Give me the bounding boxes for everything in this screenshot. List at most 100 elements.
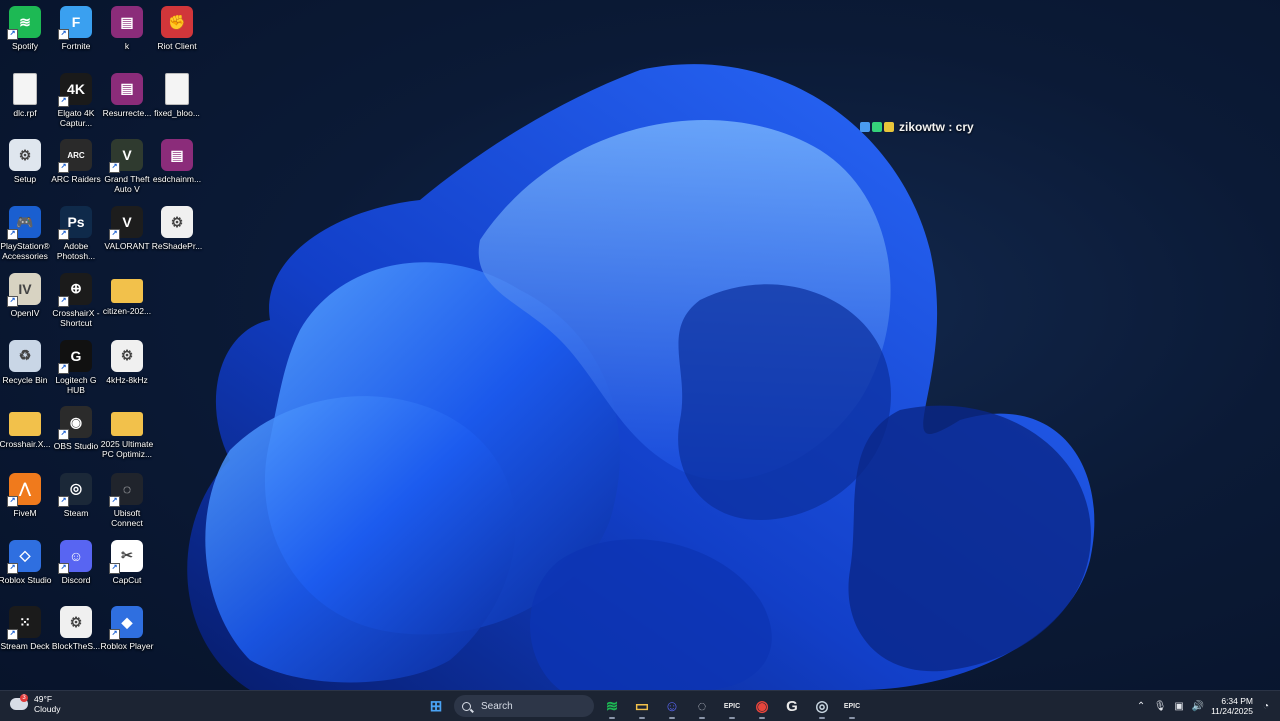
shortcut-arrow-icon: ↗ — [7, 229, 18, 241]
desktop-icon-roblox-studio[interactable]: ◇ ↗ Roblox Studio — [0, 536, 51, 600]
recycle-bin-icon: ♻ — [9, 339, 41, 372]
desktop-icon-fortnite[interactable]: F ↗ Fortnite — [51, 2, 101, 66]
shortcut-arrow-icon: ↗ — [109, 562, 120, 574]
taskbar-discord[interactable]: ☺ — [660, 694, 684, 719]
photoshop-icon: Ps ↗ — [58, 206, 92, 241]
shortcut-arrow-icon: ↗ — [58, 429, 69, 441]
logitech-icon: G — [786, 697, 798, 715]
desktop-icon-label: FiveM — [13, 507, 37, 518]
desktop-icon-folder[interactable]: citizen-202... — [102, 269, 152, 333]
search-icon — [462, 701, 471, 711]
taskbar-spotify[interactable]: ≋ — [600, 694, 624, 719]
taskbar-steam[interactable]: ◎ — [810, 694, 834, 719]
desktop-icon-discord[interactable]: ☺ ↗ Discord — [51, 536, 101, 600]
chevron-up-icon[interactable]: ⌃ — [1135, 700, 1147, 712]
desktop-icon-label: BlockTheS... — [51, 641, 101, 652]
desktop-icon-folder[interactable]: Crosshair.X... — [0, 402, 51, 466]
desktop-icon-label: Crosshair.X... — [0, 439, 51, 450]
running-indicator — [669, 717, 675, 719]
desktop-icon-label: Fortnite — [61, 41, 91, 51]
taskbar-epic-games-2[interactable]: EPIC — [840, 694, 864, 719]
roblox-player-icon: ◆ ↗ — [109, 606, 143, 641]
shortcut-arrow-icon: ↗ — [7, 629, 18, 641]
taskbar-file-explorer[interactable]: ▭ — [630, 694, 654, 719]
shortcut-arrow-icon: ↗ — [7, 295, 18, 307]
desktop-icon-label: Resurrecte... — [102, 107, 152, 118]
capcut-icon: ✂ ↗ — [109, 539, 143, 574]
desktop-icon-roblox-player[interactable]: ◆ ↗ Roblox Player — [101, 602, 153, 666]
clock-time: 6:34 PM — [1221, 696, 1253, 706]
openiv-icon: IV ↗ — [7, 272, 41, 307]
fivem-icon: ⋀ ↗ — [7, 472, 41, 507]
network-icon[interactable]: ▣ — [1173, 700, 1185, 712]
start-button[interactable]: ⊞ — [424, 694, 448, 718]
desktop-icon-riot-client[interactable]: ✊ Riot Client — [152, 2, 202, 66]
file-icon — [13, 72, 37, 105]
desktop-icon-file[interactable]: fixed_bloo... — [152, 69, 202, 133]
desktop-icon-arc-raiders[interactable]: ARC ↗ ARC Raiders — [51, 135, 101, 199]
steam-icon: ◎ — [815, 698, 829, 715]
desktop-icon-steam[interactable]: ◎ ↗ Steam — [51, 469, 101, 533]
shortcut-arrow-icon: ↗ — [109, 629, 120, 641]
desktop-icon-fivem[interactable]: ⋀ ↗ FiveM — [0, 469, 50, 533]
desktop-icon-winrar-archive[interactable]: ▤ k — [102, 2, 152, 66]
taskbar-app-running[interactable]: ◌ — [690, 694, 714, 719]
clock-date: 11/24/2025 — [1211, 706, 1253, 716]
desktop-icon-logitech[interactable]: G ↗ Logitech G HUB — [51, 336, 101, 400]
arc-raiders-icon: ARC ↗ — [58, 139, 92, 174]
file-icon — [165, 72, 189, 105]
search-box[interactable]: Search — [454, 695, 594, 717]
desktop-icon-label: dlc.rpf — [13, 107, 37, 118]
desktop-icon-settings-file[interactable]: ⚙ BlockTheS... — [51, 602, 101, 666]
setup-icon: ⚙ — [9, 139, 41, 172]
desktop-icon-gta-v[interactable]: V ↗ Grand Theft Auto V — [102, 135, 152, 199]
winrar-archive-icon: ▤ — [111, 6, 143, 38]
desktop-icon-spotify[interactable]: ≋ ↗ Spotify — [0, 2, 50, 66]
notification-bell-icon[interactable]: ◔ — [1260, 700, 1272, 712]
desktop-icon-label: Setup — [13, 174, 37, 185]
desktop-icon-label: OBS Studio — [53, 441, 99, 452]
desktop-icon-crosshairx[interactable]: ⊕ ↗ CrosshairX - Shortcut — [51, 269, 101, 333]
desktop-icon-label: ARC Raiders — [51, 174, 101, 185]
desktop-icon-stream-deck[interactable]: ⁙ ↗ Stream Deck — [0, 602, 50, 666]
search-placeholder: Search — [481, 700, 513, 712]
desktop-icon-settings-file[interactable]: ⚙ 4kHz-8kHz — [102, 336, 152, 400]
desktop-icon-openiv[interactable]: IV ↗ OpenIV — [0, 269, 50, 333]
weather-temp: 49°F — [34, 694, 53, 704]
desktop-icon-elgato[interactable]: 4K ↗ Elgato 4K Captur... — [51, 69, 101, 133]
desktop-icon-folder[interactable]: 2025 Ultimate PC Optimiz... — [101, 402, 153, 466]
desktop-icon-valorant[interactable]: V ↗ VALORANT — [102, 202, 152, 266]
taskbar-chrome[interactable]: ◉ — [750, 694, 774, 719]
clock[interactable]: 6:34 PM 11/24/2025 — [1211, 696, 1253, 716]
desktop-icon-winrar-archive[interactable]: ▤ Resurrecte... — [102, 69, 152, 133]
desktop-icon-photoshop[interactable]: Ps ↗ Adobe Photosh... — [51, 202, 101, 266]
shortcut-arrow-icon: ↗ — [109, 162, 120, 174]
shortcut-arrow-icon: ↗ — [58, 229, 69, 241]
desktop-icon-playstation[interactable]: 🎮 ↗ PlayStation® Accessories — [0, 202, 50, 266]
taskbar-logitech[interactable]: G — [780, 694, 804, 718]
desktop-icon-settings-file[interactable]: ⚙ ReShadePr... — [152, 202, 202, 266]
spotify-icon: ≋ ↗ — [7, 6, 41, 40]
desktop-icon-label: esdchainm... — [152, 174, 202, 185]
running-indicator — [759, 717, 765, 719]
desktop-icon-setup[interactable]: ⚙ Setup — [0, 135, 50, 199]
desktop-icon-label: Adobe Photosh... — [56, 241, 96, 262]
shortcut-arrow-icon: ↗ — [58, 362, 69, 374]
desktop-icon-winrar-archive[interactable]: ▤ esdchainm... — [152, 135, 202, 199]
microphone-icon[interactable]: 🎙 — [1154, 700, 1167, 712]
desktop-icon-ubisoft[interactable]: ◌ ↗ Ubisoft Connect — [102, 469, 152, 533]
stream-overlay-badge: zikowtw : cry — [860, 120, 974, 134]
desktop-icon-grid: ≋ ↗ Spotify F ↗ Fortnite ▤ k ✊ Riot Client dlc.rpf… — [0, 0, 210, 690]
weather-widget[interactable]: 3 49°F Cloudy — [10, 694, 60, 714]
desktop-icon-file[interactable]: dlc.rpf — [0, 69, 50, 133]
desktop-icon-capcut[interactable]: ✂ ↗ CapCut — [102, 536, 152, 600]
folder-icon — [111, 412, 143, 437]
volume-icon[interactable]: 🔊 — [1192, 700, 1204, 712]
overlay-text: zikowtw : cry — [899, 120, 974, 134]
desktop-icon-recycle-bin[interactable]: ♻ Recycle Bin — [0, 336, 50, 400]
running-indicator — [819, 717, 825, 719]
winrar-archive-icon: ▤ — [161, 139, 193, 172]
taskbar-epic-games[interactable]: EPIC — [720, 694, 744, 719]
steam-icon: ◎ ↗ — [58, 472, 92, 507]
desktop-icon-obs[interactable]: ◉ ↗ OBS Studio — [51, 402, 101, 466]
